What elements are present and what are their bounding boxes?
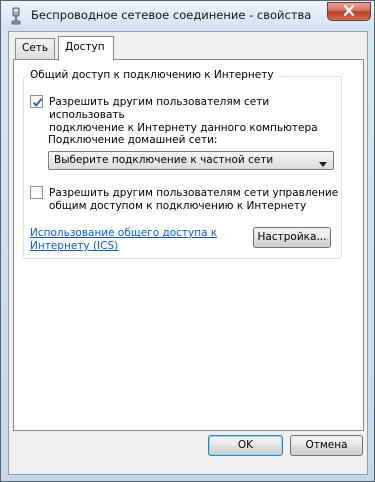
allow-connect-label[interactable]: Разрешить другим пользователям сети испо… bbox=[49, 96, 339, 135]
home-network-dropdown[interactable]: Выберите подключение к частной сети bbox=[48, 151, 334, 170]
chevron-down-icon bbox=[319, 158, 327, 170]
home-network-selected-value: Выберите подключение к частной сети bbox=[54, 154, 274, 166]
allow-control-checkbox[interactable] bbox=[30, 186, 43, 199]
network-adapter-icon bbox=[9, 7, 23, 25]
allow-connect-checkbox[interactable] bbox=[30, 95, 43, 108]
checkmark-icon bbox=[32, 98, 43, 107]
close-icon bbox=[343, 4, 355, 19]
properties-window: Беспроводное сетевое соединение - свойст… bbox=[0, 0, 375, 482]
window-title: Беспроводное сетевое соединение - свойст… bbox=[31, 8, 312, 22]
home-network-label: Подключение домашней сети: bbox=[48, 134, 218, 146]
ics-help-link[interactable]: Использование общего доступа к Интернету… bbox=[30, 227, 230, 253]
internet-sharing-group: Общий доступ к подключению к Интернету Р… bbox=[23, 69, 342, 259]
cancel-button[interactable]: Отмена bbox=[290, 435, 363, 456]
allow-control-label[interactable]: Разрешить другим пользователям сети упра… bbox=[49, 187, 339, 213]
sharing-tab-page: Общий доступ к подключению к Интернету Р… bbox=[13, 59, 364, 431]
settings-button[interactable]: Настройка... bbox=[253, 227, 331, 248]
dialog-client-area: Сеть Доступ Общий доступ к подключению к… bbox=[8, 31, 368, 475]
ok-button[interactable]: OK bbox=[208, 435, 283, 456]
tab-network[interactable]: Сеть bbox=[15, 38, 55, 59]
group-title: Общий доступ к подключению к Интернету bbox=[27, 69, 277, 81]
tab-sharing[interactable]: Доступ bbox=[58, 36, 114, 61]
close-button[interactable] bbox=[327, 2, 371, 21]
title-bar[interactable]: Беспроводное сетевое соединение - свойст… bbox=[1, 1, 374, 31]
